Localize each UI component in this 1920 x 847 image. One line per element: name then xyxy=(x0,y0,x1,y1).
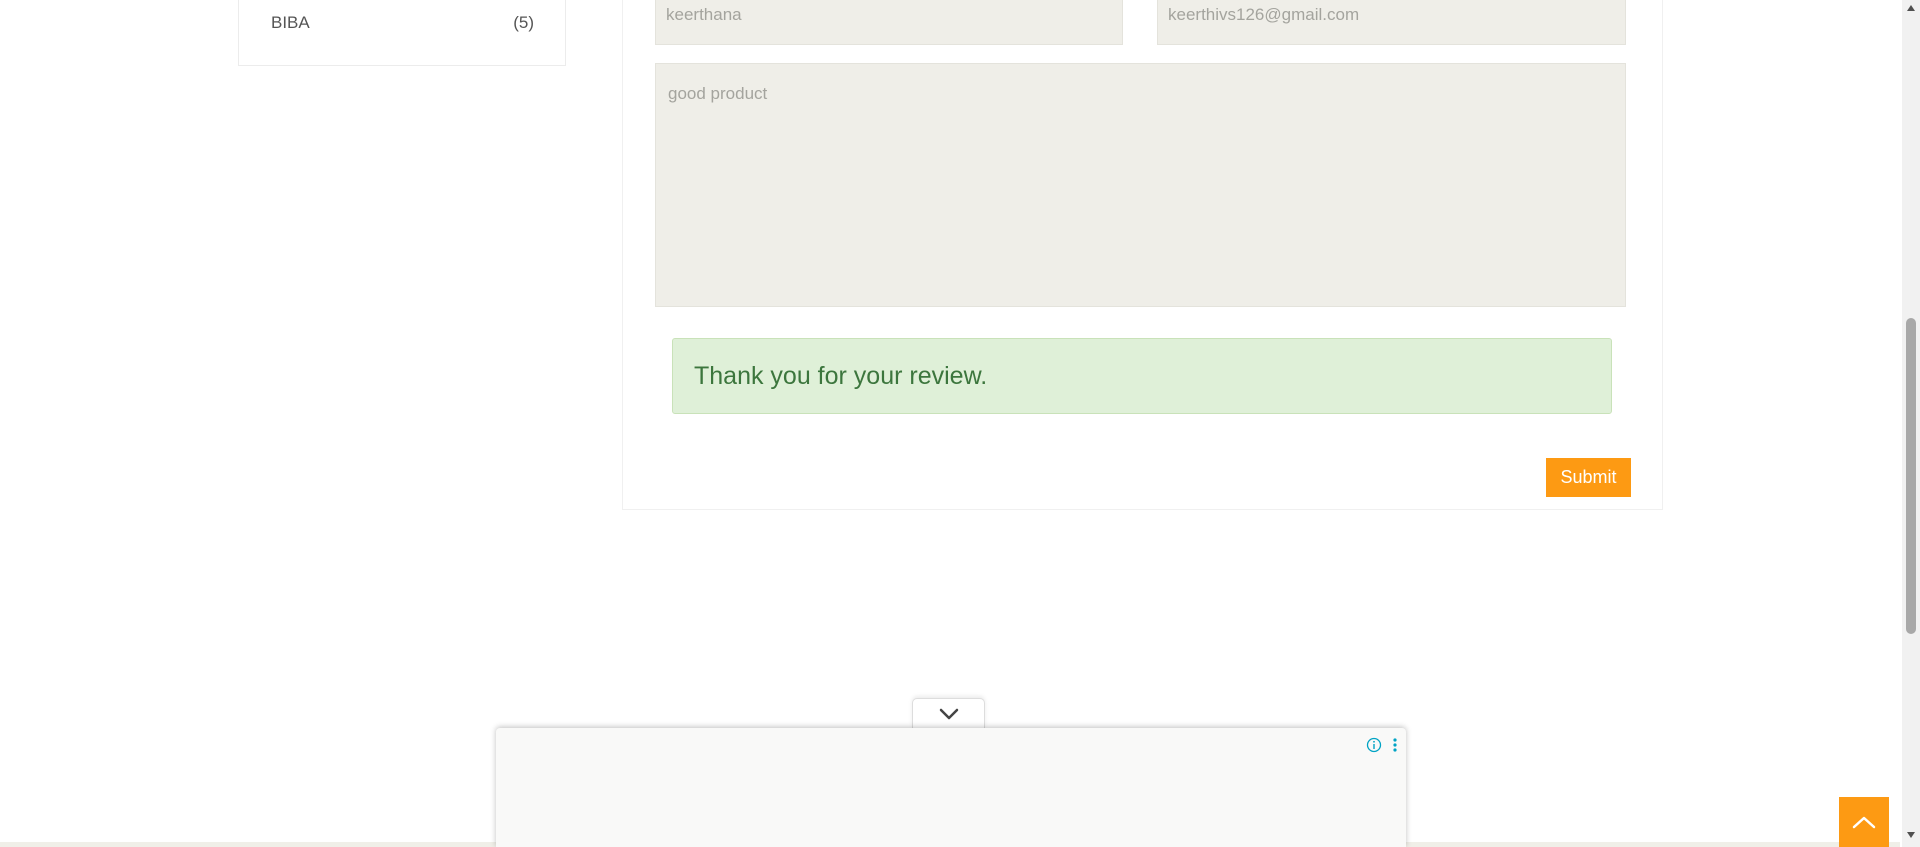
chevron-up-icon xyxy=(1852,816,1876,829)
ad-collapse-button[interactable] xyxy=(912,698,985,728)
scroll-up-arrow-icon[interactable] xyxy=(1906,4,1916,12)
name-field[interactable]: keerthana xyxy=(655,0,1123,45)
scrollbar-thumb[interactable] xyxy=(1906,318,1916,634)
success-alert: Thank you for your review. xyxy=(672,338,1612,414)
brand-item-count: (5) xyxy=(513,13,534,32)
brand-filter-panel: BIBA (5) xyxy=(238,0,566,66)
scroll-to-top-button[interactable] xyxy=(1839,797,1889,847)
ad-banner xyxy=(496,728,1406,847)
info-icon[interactable] xyxy=(1366,737,1382,753)
page-scrollbar[interactable] xyxy=(1902,0,1920,847)
kebab-menu-icon[interactable] xyxy=(1392,737,1398,753)
brand-item-biba[interactable]: BIBA xyxy=(271,13,310,33)
submit-button[interactable]: Submit xyxy=(1546,458,1631,497)
chevron-down-icon xyxy=(939,708,958,719)
scroll-down-arrow-icon[interactable] xyxy=(1906,831,1916,839)
review-textarea[interactable]: good product xyxy=(655,63,1626,307)
email-field[interactable]: keerthivs126@gmail.com xyxy=(1157,0,1626,45)
